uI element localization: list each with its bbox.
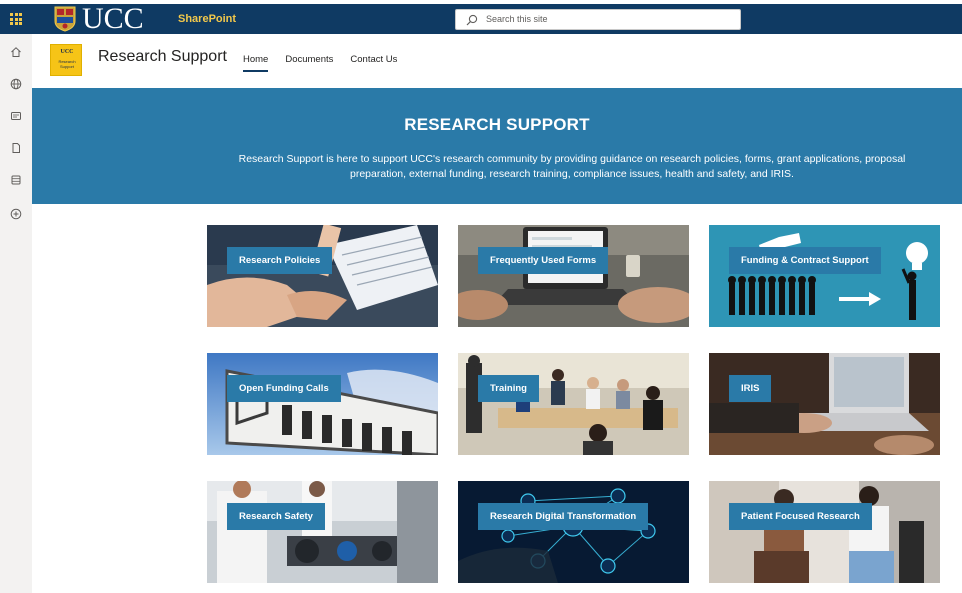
site-logo-text: UCC (60, 49, 74, 55)
create-icon[interactable] (8, 206, 24, 222)
search-icon (466, 14, 478, 26)
tile-label: Funding & Contract Support (729, 247, 881, 274)
tile-research-safety[interactable]: Research Safety (207, 481, 438, 583)
documents-handshake-image (207, 225, 438, 327)
tile-label: Patient Focused Research (729, 503, 872, 530)
sharepoint-label[interactable]: SharePoint (178, 4, 236, 34)
laptop-typing-image (458, 225, 689, 327)
tile-label: Research Digital Transformation (478, 503, 649, 530)
silhouettes-lightbulb-image (709, 225, 940, 327)
tile-patient-focused-research[interactable]: Patient Focused Research (709, 481, 940, 583)
globe-icon[interactable] (8, 76, 24, 92)
tile-label: Frequently Used Forms (478, 247, 609, 274)
site-title[interactable]: Research Support (98, 48, 227, 66)
app-launcher-button[interactable] (0, 4, 32, 34)
nav-home[interactable]: Home (243, 54, 269, 78)
tile-label: Training (478, 375, 539, 402)
search-box[interactable]: Search this site (455, 9, 741, 30)
site-logo[interactable]: UCC Research Support (50, 44, 82, 76)
ucc-crest-icon (54, 6, 76, 32)
nav-contact-us[interactable]: Contact Us (350, 54, 397, 78)
nav-documents[interactable]: Documents (285, 54, 333, 78)
tile-iris[interactable]: IRIS (709, 353, 940, 455)
home-icon[interactable] (8, 44, 24, 60)
digital-network-image (458, 481, 689, 583)
tile-label: Open Funding Calls (227, 375, 341, 402)
lab-equipment-image (207, 481, 438, 583)
app-bar (0, 34, 32, 593)
tile-research-policies[interactable]: Research Policies (207, 225, 438, 327)
files-icon[interactable] (8, 140, 24, 156)
waffle-icon (10, 13, 22, 25)
tile-open-funding-calls[interactable]: Open Funding Calls (207, 353, 438, 455)
suite-bar: UCC SharePoint Search this site (0, 4, 962, 34)
tile-label: IRIS (729, 375, 772, 402)
tile-frequently-used-forms[interactable]: Frequently Used Forms (458, 225, 689, 327)
tile-training[interactable]: Training (458, 353, 689, 455)
site-navigation: Home Documents Contact Us (243, 54, 397, 78)
funding-sign-image (207, 353, 438, 455)
hero-banner: RESEARCH SUPPORT Research Support is her… (32, 88, 962, 204)
site-header: UCC Research Support Research Support Ho… (32, 34, 962, 88)
laptop-desk-image (709, 353, 940, 455)
tile-label: Research Policies (227, 247, 333, 274)
news-icon[interactable] (8, 108, 24, 124)
hero-description: Research Support is here to support UCC'… (238, 153, 906, 180)
hero-title: RESEARCH SUPPORT (404, 115, 590, 134)
site-logo-subtext-2: Support (59, 64, 74, 69)
ucc-logo[interactable]: UCC (82, 4, 144, 34)
search-placeholder: Search this site (486, 14, 548, 24)
sharepoint-page: UCC SharePoint Search this site UCC Rese… (0, 0, 962, 593)
tile-funding-contract-support[interactable]: Funding & Contract Support (709, 225, 940, 327)
tile-label: Research Safety (227, 503, 325, 530)
classroom-meeting-image (458, 353, 689, 455)
tile-research-digital-transformation[interactable]: Research Digital Transformation (458, 481, 689, 583)
patient-nurse-image (709, 481, 940, 583)
lists-icon[interactable] (8, 172, 24, 188)
